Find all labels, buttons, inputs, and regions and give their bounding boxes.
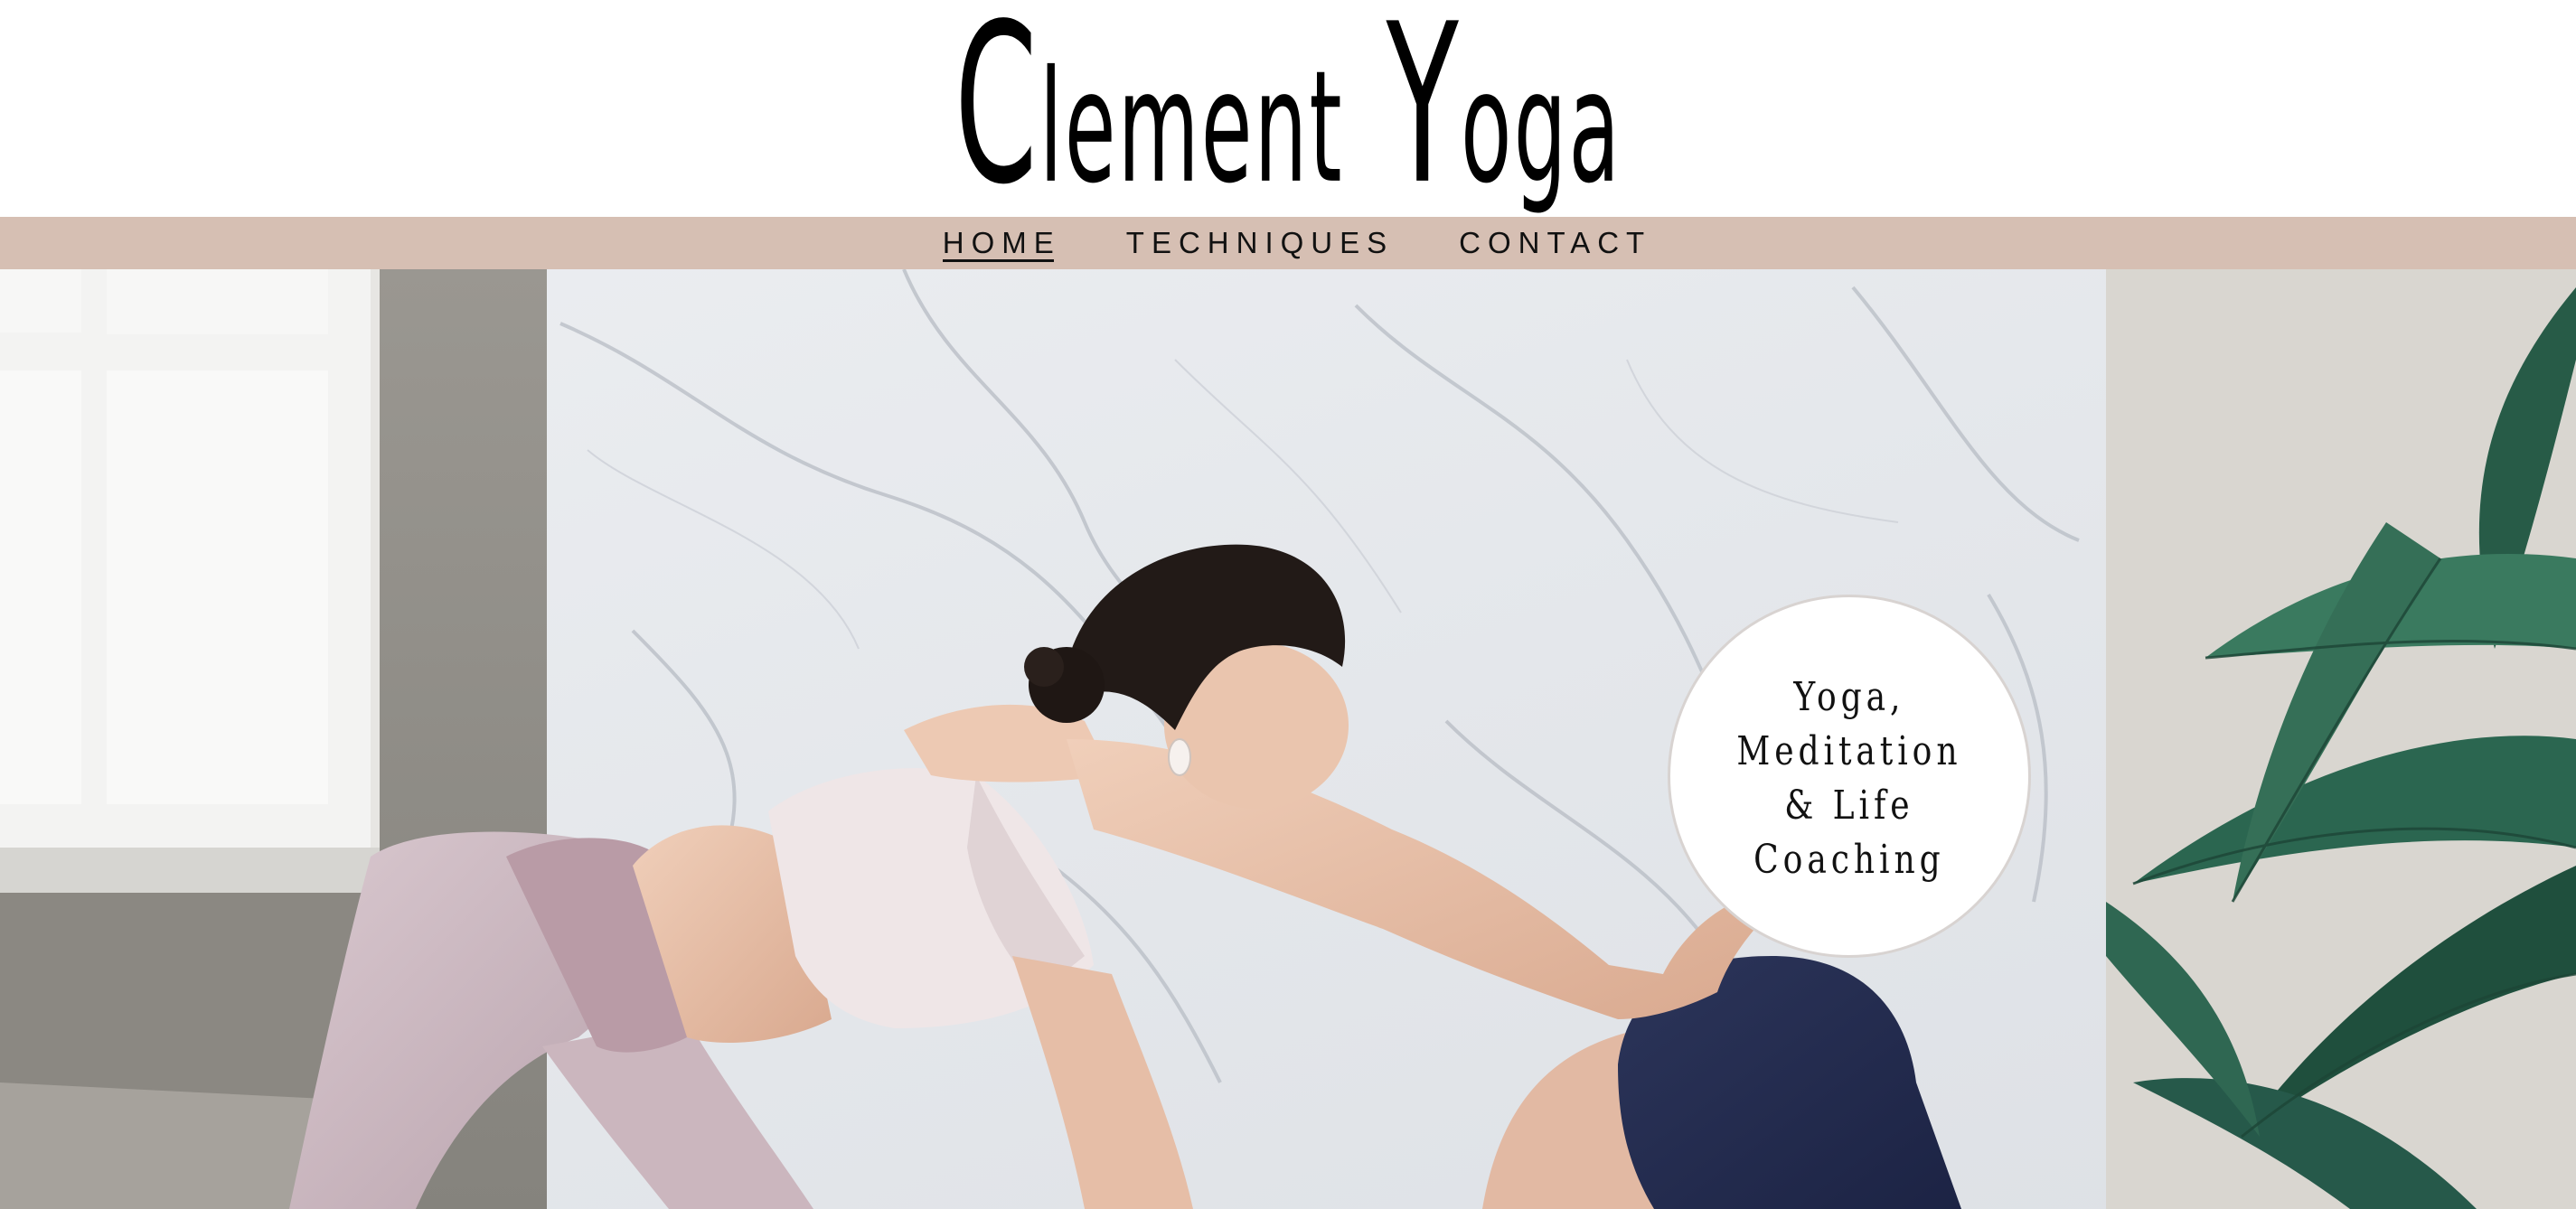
tagline-text: Yoga, Meditation & Life Coaching [1736,674,1962,883]
site-title-rest-1: lement [1039,36,1344,218]
nav-item-techniques[interactable]: TECHNIQUES [1121,217,1399,269]
hero-banner: Yoga, Meditation & Life Coaching [0,269,2576,1209]
tagline-badge: Yoga, Meditation & Life Coaching [1668,595,2031,958]
site-title-initial-1: C [954,0,1039,233]
nav-item-home[interactable]: HOME [937,217,1067,269]
nav-item-contact[interactable]: CONTACT [1453,217,1657,269]
hero-image [0,269,2576,1209]
site-title-rest-2: oga [1460,36,1622,218]
nav-list: HOME TECHNIQUES CONTACT [937,217,1657,269]
site-header: Clement Yoga [0,0,2576,217]
site-title[interactable]: Clement Yoga [954,0,1622,215]
site-title-initial-2: Y [1386,0,1461,233]
main-navigation: HOME TECHNIQUES CONTACT [0,217,2576,269]
window [0,269,380,893]
